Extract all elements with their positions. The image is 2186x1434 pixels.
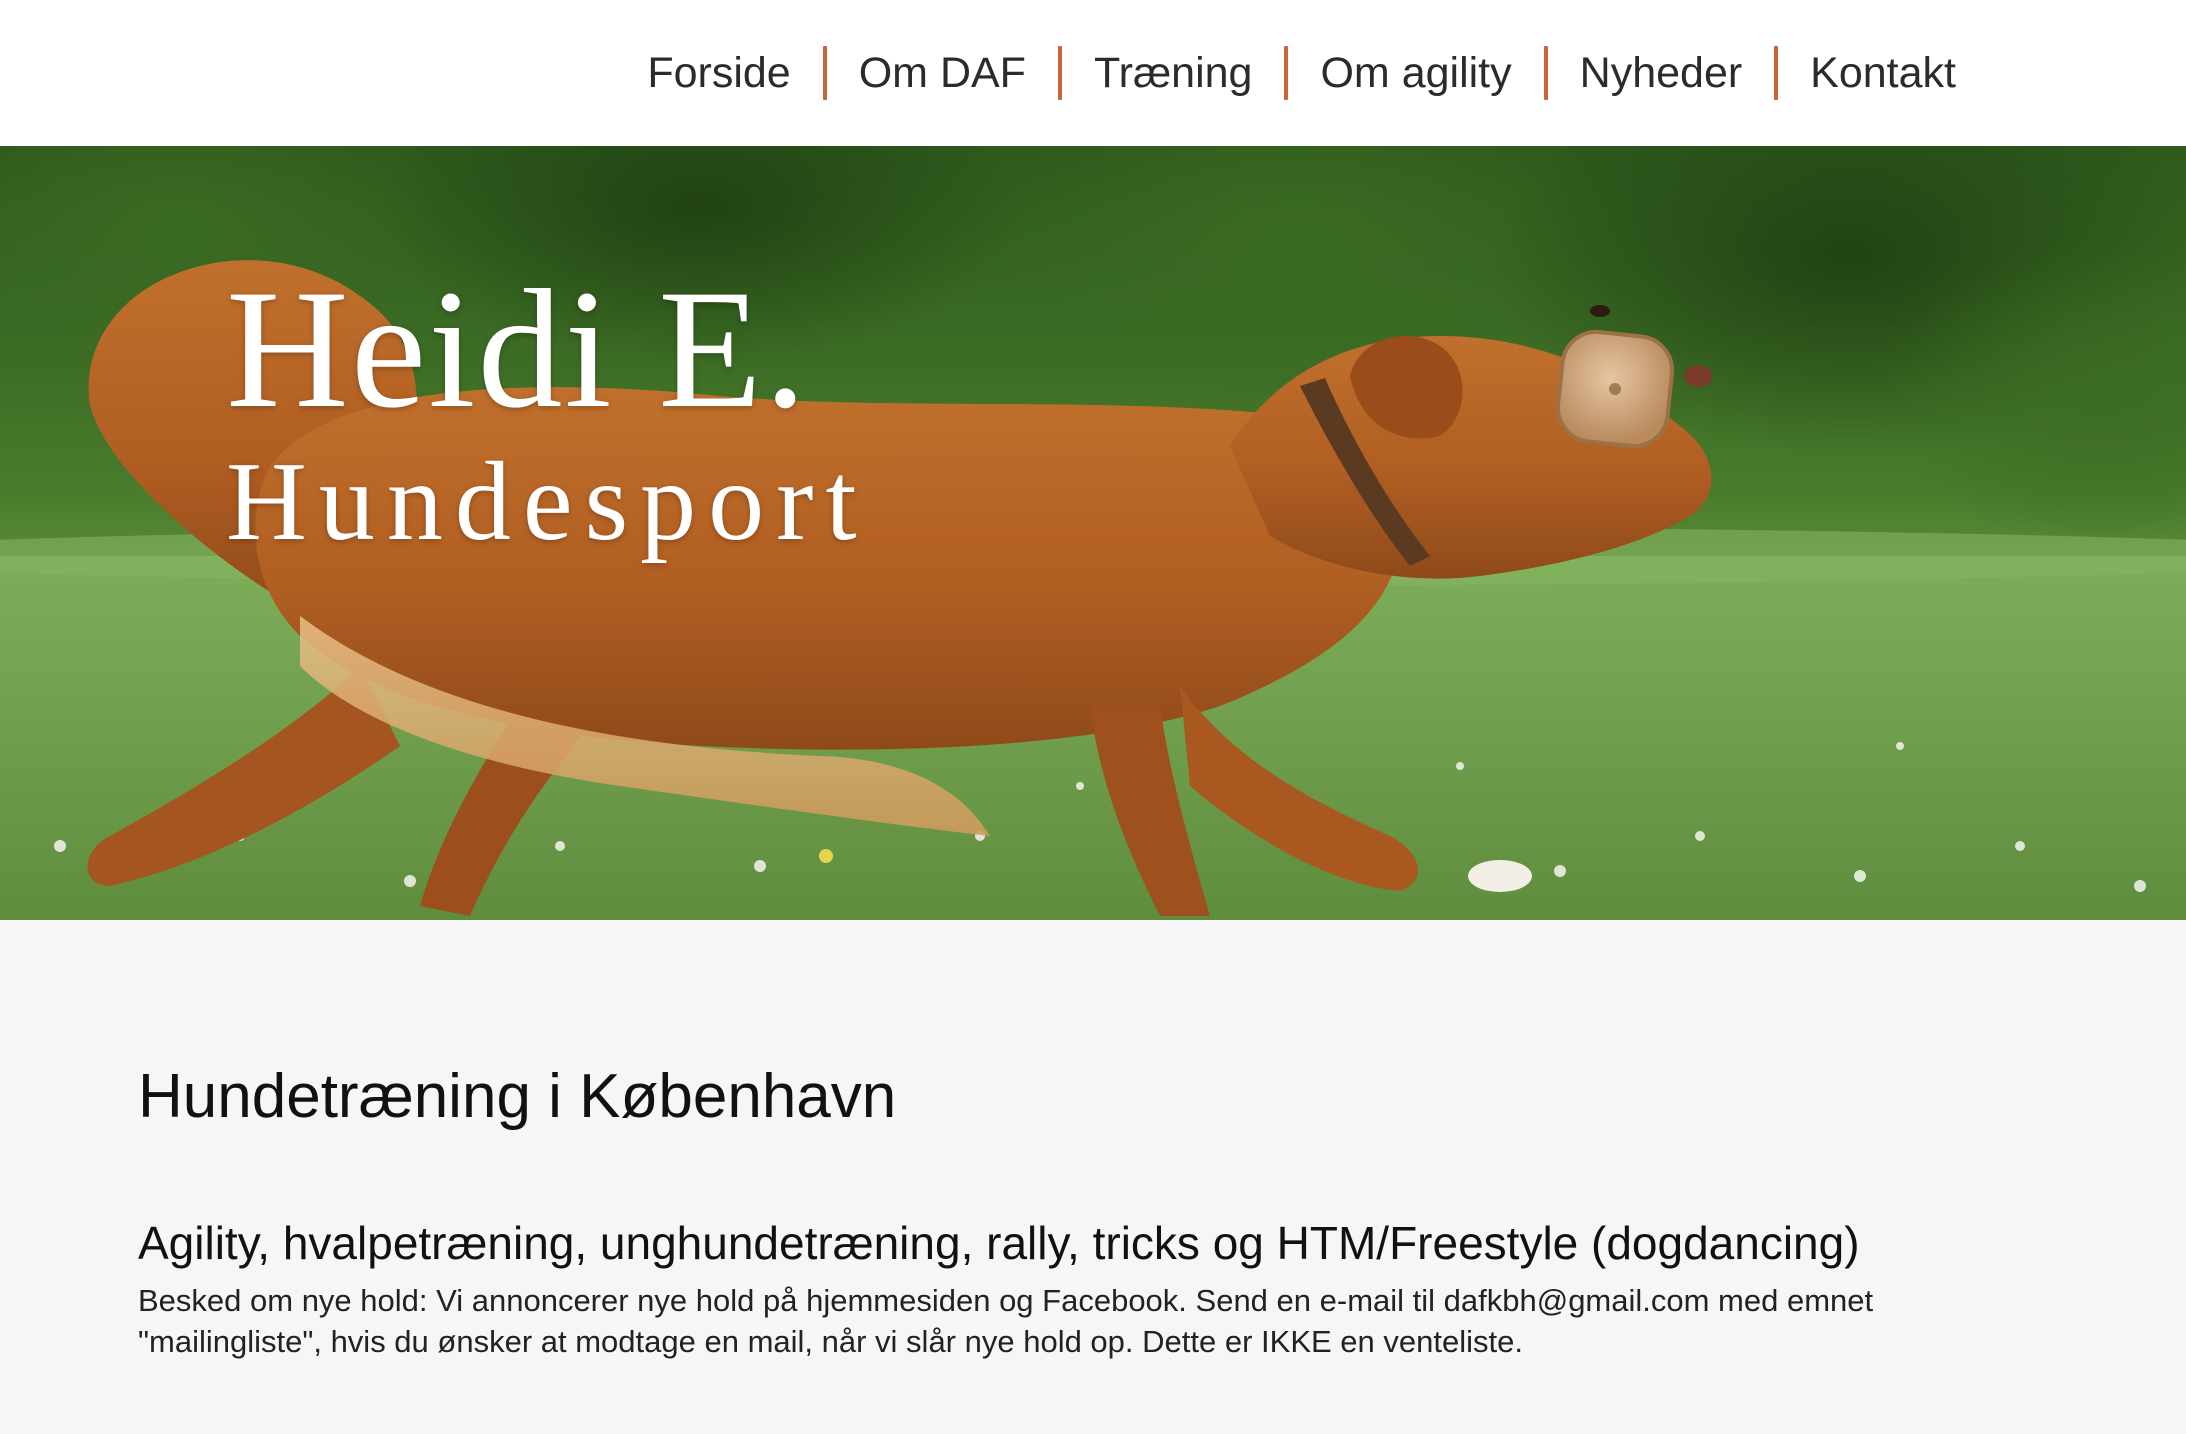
nav-separator: [1543, 46, 1548, 100]
nav-item-om-daf[interactable]: Om DAF: [859, 51, 1026, 95]
hero-banner: Heidi E. Hundesport: [0, 146, 2186, 920]
nav-separator: [1284, 46, 1289, 100]
main-content: Hundetræning i København Agility, hvalpe…: [0, 920, 2186, 1434]
site-header: Forside Om DAF Træning Om agility Nyhede…: [0, 0, 2186, 146]
main-navigation: Forside Om DAF Træning Om agility Nyhede…: [647, 0, 1956, 146]
page-title: Hundetræning i København: [138, 1062, 897, 1131]
section-subtitle: Agility, hvalpetræning, unghundetræning,…: [138, 1217, 1860, 1269]
nav-separator: [822, 46, 827, 100]
hero-title-name: Heidi E.: [226, 255, 809, 443]
nav-item-kontakt[interactable]: Kontakt: [1810, 51, 1956, 95]
nav-item-traening[interactable]: Træning: [1094, 51, 1253, 95]
nav-separator: [1057, 46, 1062, 100]
announcement-paragraph: Besked om nye hold: Vi annoncerer nye ho…: [138, 1283, 1874, 1359]
nav-item-om-agility[interactable]: Om agility: [1320, 51, 1511, 95]
hero-title-subtitle: Hundesport: [226, 440, 869, 564]
nav-item-nyheder[interactable]: Nyheder: [1580, 51, 1743, 95]
nav-item-forside[interactable]: Forside: [647, 51, 790, 95]
nav-separator: [1774, 46, 1779, 100]
